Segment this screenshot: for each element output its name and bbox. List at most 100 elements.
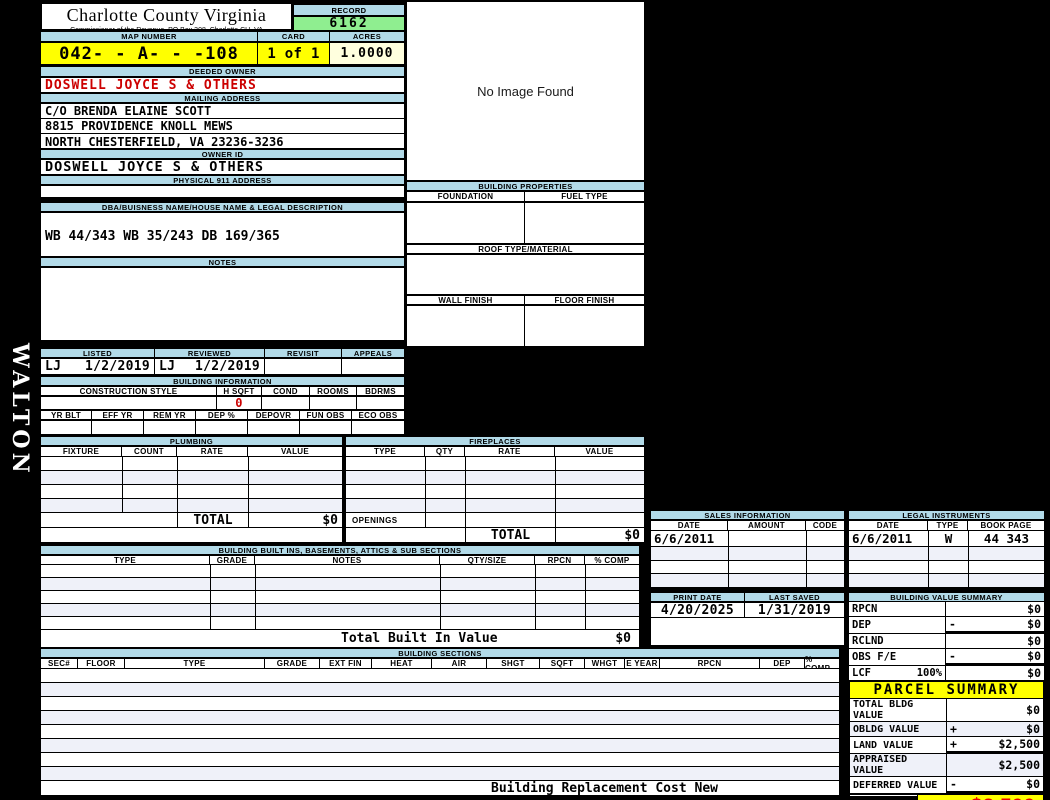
empty-cell xyxy=(729,547,807,560)
empty-cell xyxy=(651,574,729,588)
type-label: TYPE xyxy=(125,658,265,669)
parcel-row: LAND VALUE + $2,500 xyxy=(850,737,1043,754)
notes-label: NOTES xyxy=(40,257,405,267)
built-ins-title: BUILDING BUILT INS, BASEMENTS, ATTICS & … xyxy=(40,545,640,555)
depovr-value xyxy=(248,420,300,435)
appraised-value: $2,500 xyxy=(998,758,1040,772)
pct-comp-label: % COMP xyxy=(805,655,840,673)
empty-cell xyxy=(586,578,639,590)
empty-cell xyxy=(178,485,249,498)
empty-cell xyxy=(807,561,844,574)
type-label: TYPE xyxy=(40,555,210,565)
notes-label: NOTES xyxy=(255,555,440,565)
empty-cell xyxy=(536,578,586,590)
empty-cell xyxy=(256,565,441,577)
listed-by: LJ xyxy=(45,359,62,374)
reviewed-date: 1/2/2019 xyxy=(194,359,260,374)
summary-row: RPCN $0 xyxy=(849,602,1044,617)
obldg-value: + $0 xyxy=(950,722,1040,736)
roof-type-value xyxy=(406,254,645,295)
ecoobs-label: ECO OBS xyxy=(352,410,405,420)
table-row xyxy=(41,457,342,471)
deferred-value: - $0 xyxy=(947,777,1043,793)
dep-label: DEP xyxy=(849,617,946,633)
instrument-date: 6/6/2011 xyxy=(849,531,929,546)
property-record-card: WALTON Charlotte County Virginia Commiss… xyxy=(0,0,1050,800)
empty-cell xyxy=(426,499,466,512)
summary-row: LCF 100% $0 xyxy=(849,666,1044,680)
empty-cell xyxy=(969,561,1044,574)
table-row xyxy=(41,767,839,780)
card-label: CARD xyxy=(258,31,330,42)
fuel-type-label: FUEL TYPE xyxy=(525,191,645,202)
empty-cell xyxy=(41,499,123,512)
bdrms-label: BDRMS xyxy=(357,386,405,396)
floor-finish-label: FLOOR FINISH xyxy=(525,295,645,305)
yrblt-value xyxy=(40,420,92,435)
empty-cell xyxy=(178,471,249,484)
built-ins-header-row: TYPE GRADE NOTES QTY/SIZE RPCN % COMP xyxy=(40,555,640,565)
replacement-cost-label: Building Replacement Cost New xyxy=(491,780,718,796)
building-info-value-row-2 xyxy=(40,420,405,435)
lcf-value: $0 xyxy=(1027,666,1041,680)
pct-comp-label: % COMP xyxy=(585,555,640,565)
remyr-label: REM YR xyxy=(144,410,196,420)
parcel-summary-box: PARCEL SUMMARY TOTAL BLDG VALUE $0 OBLDG… xyxy=(848,680,1045,800)
empty-cell xyxy=(41,767,839,780)
plumbing-total-value: $0 xyxy=(322,512,338,528)
dep-label: DEP xyxy=(760,658,805,669)
reviewed-by: LJ xyxy=(159,359,176,374)
empty-cell xyxy=(426,513,466,527)
dep-pct-value xyxy=(196,420,248,435)
empty-cell xyxy=(211,617,256,629)
spacer xyxy=(346,528,466,542)
plumbing-total-label: TOTAL xyxy=(178,513,249,528)
table-row xyxy=(346,471,644,485)
empty-cell xyxy=(249,499,342,512)
table-row xyxy=(41,753,839,767)
revisit-label: REVISIT xyxy=(265,348,342,358)
empty-cell xyxy=(249,485,342,498)
obs-fe-label: OBS F/E xyxy=(849,649,946,665)
table-row xyxy=(41,739,839,753)
air-label: AIR xyxy=(432,658,487,669)
empty-cell xyxy=(41,697,839,710)
empty-cell xyxy=(651,560,729,574)
table-row xyxy=(41,604,639,617)
count-label: COUNT xyxy=(122,446,177,457)
empty-cell xyxy=(346,499,426,512)
empty-cell xyxy=(41,753,839,766)
empty-cell xyxy=(256,604,441,616)
empty-cell xyxy=(466,499,556,512)
empty-cell xyxy=(849,547,929,560)
shgt-label: SHGT xyxy=(487,658,540,669)
rclnd-value: $0 xyxy=(1027,634,1041,648)
empty-cell xyxy=(969,547,1044,560)
mailing-address-line: NORTH CHESTERFIELD, VA 23236-3236 xyxy=(45,134,284,149)
legal-row xyxy=(849,560,1044,575)
grade-label: GRADE xyxy=(210,555,255,565)
whgt-label: WHGT xyxy=(585,658,625,669)
rpcn-label: RPCN xyxy=(849,602,946,616)
empty-cell xyxy=(346,485,426,498)
empty-cell xyxy=(178,499,249,512)
empty-cell xyxy=(256,617,441,629)
owner-id-label: OWNER ID xyxy=(40,149,405,159)
empty-cell xyxy=(586,591,639,603)
table-row xyxy=(41,669,839,683)
empty-cell xyxy=(556,499,644,512)
table-row xyxy=(41,725,839,739)
last-saved-value: 1/31/2019 xyxy=(745,602,845,618)
print-saved-header-row: PRINT DATE LAST SAVED xyxy=(650,592,845,602)
table-row xyxy=(41,499,342,512)
roof-type-label: ROOF TYPE/MATERIAL xyxy=(406,244,645,254)
sales-header-row: DATE AMOUNT CODE xyxy=(650,520,845,531)
empty-cell xyxy=(41,471,123,484)
wall-finish-label: WALL FINISH xyxy=(406,295,525,305)
ext-fin-label: EXT FIN xyxy=(320,658,372,669)
empty-cell xyxy=(849,574,929,588)
empty-cell xyxy=(41,711,839,724)
notes-box xyxy=(40,267,405,341)
fireplaces-header-row: TYPE QTY RATE VALUE xyxy=(345,446,645,457)
table-row xyxy=(41,617,639,629)
